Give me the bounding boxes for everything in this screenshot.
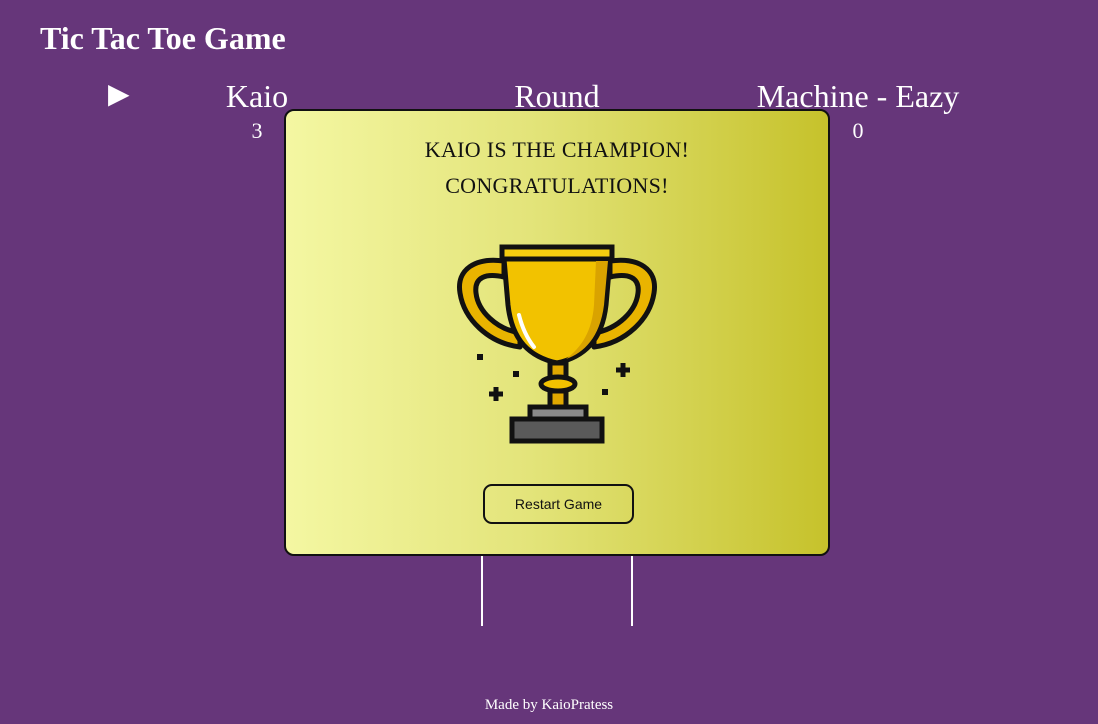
restart-game-button[interactable]: Restart Game <box>483 484 634 524</box>
footer-credit: Made by KaioPratess <box>484 697 614 713</box>
turn-indicator-icon: ▶ <box>108 77 130 110</box>
app-title: Tic Tac Toe Game <box>40 20 286 56</box>
congratulations-message: CONGRATULATIONS! <box>445 173 669 198</box>
champion-modal: KAIO IS THE CHAMPION! CONGRATULATIONS! R… <box>284 109 830 556</box>
champion-message: KAIO IS THE CHAMPION! <box>424 137 690 162</box>
trophy-icon <box>457 244 657 444</box>
